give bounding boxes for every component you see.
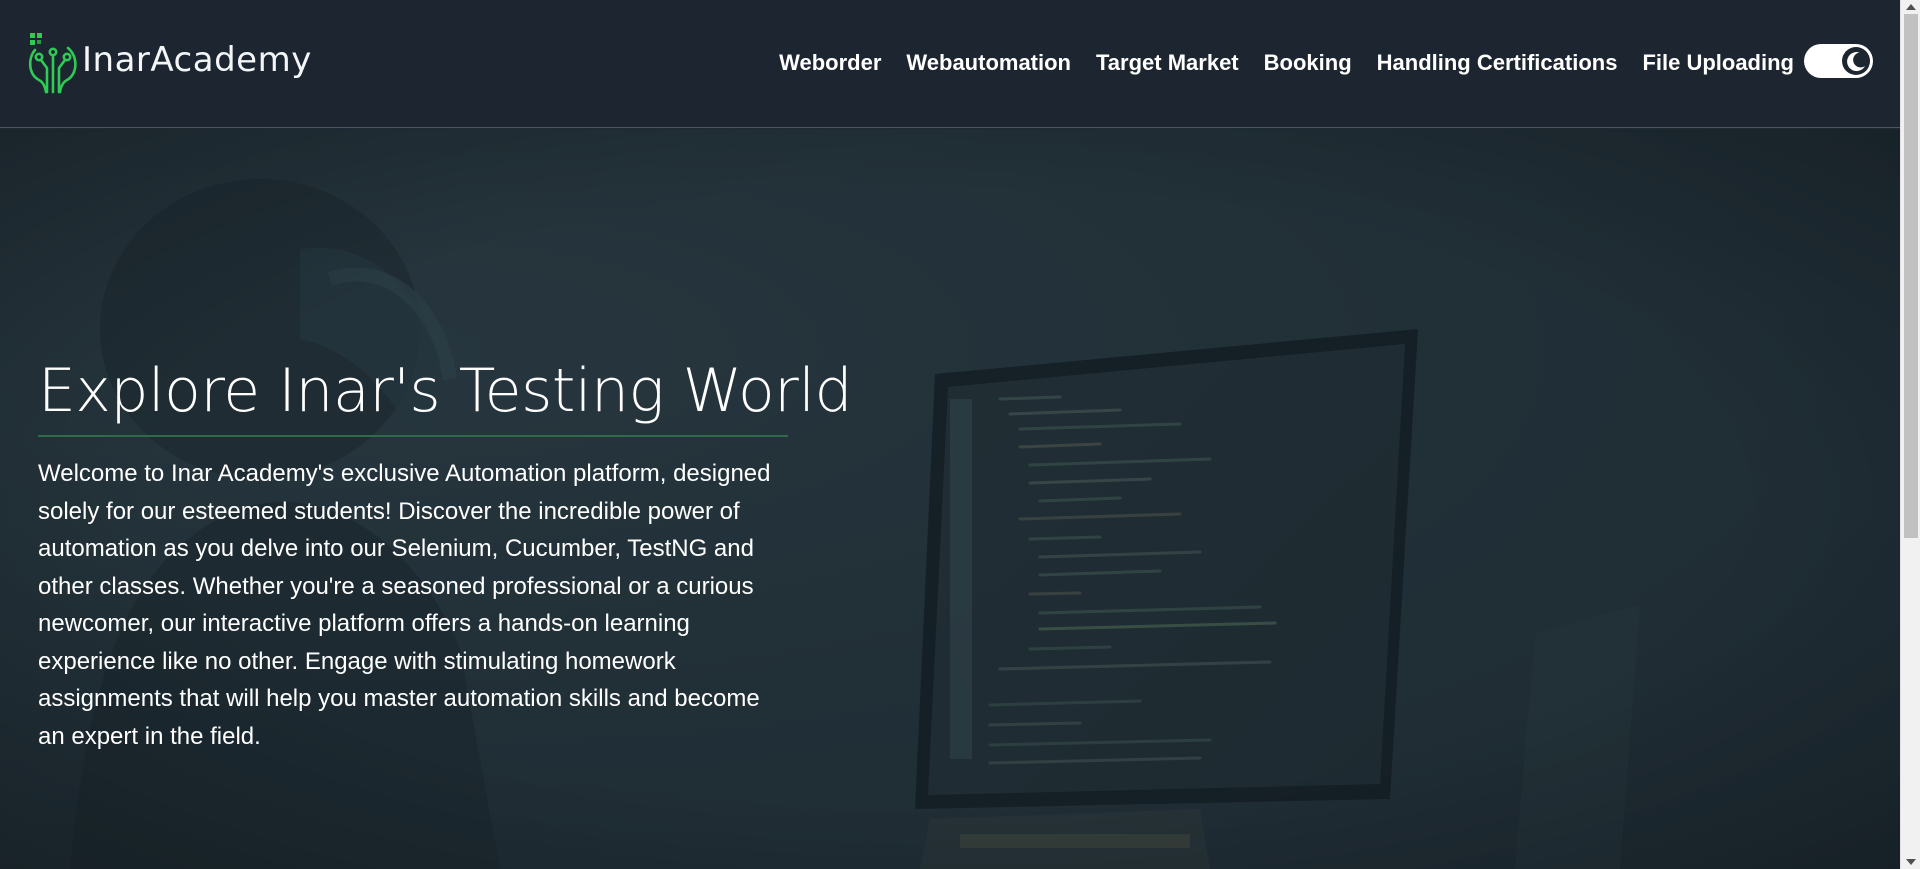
theme-toggle[interactable] <box>1804 44 1873 78</box>
navbar: InarAcademy Weborder Webautomation Targe… <box>0 0 1900 128</box>
nav-link-file-uploading[interactable]: File Uploading <box>1642 50 1794 76</box>
hero-section: Explore Inar's Testing World Welcome to … <box>0 129 1900 869</box>
scroll-down-arrow-icon[interactable] <box>1901 855 1920 869</box>
main-nav: Weborder Webautomation Target Market Boo… <box>779 50 1794 76</box>
page: InarAcademy Weborder Webautomation Targe… <box>0 0 1900 869</box>
nav-link-handling-certifications[interactable]: Handling Certifications <box>1377 50 1618 76</box>
toggle-knob <box>1842 47 1870 75</box>
hero-title: Explore Inar's Testing World <box>38 356 853 426</box>
nav-link-webautomation[interactable]: Webautomation <box>906 50 1071 76</box>
brand-name: InarAcademy <box>82 40 312 80</box>
nav-link-target-market[interactable]: Target Market <box>1096 50 1239 76</box>
hero-description: Welcome to Inar Academy's exclusive Auto… <box>38 460 771 750</box>
scroll-thumb[interactable] <box>1904 14 1918 538</box>
nav-link-booking[interactable]: Booking <box>1264 50 1352 76</box>
hero-content: Explore Inar's Testing World Welcome to … <box>38 355 853 755</box>
nav-link-weborder[interactable]: Weborder <box>779 50 881 76</box>
hero-divider <box>38 435 788 437</box>
brand-logo-link[interactable]: InarAcademy <box>26 30 312 96</box>
page-scrollbar[interactable] <box>1900 0 1920 869</box>
circuit-tree-icon <box>28 33 77 94</box>
moon-icon <box>1847 52 1865 72</box>
scroll-up-arrow-icon[interactable] <box>1901 0 1920 14</box>
